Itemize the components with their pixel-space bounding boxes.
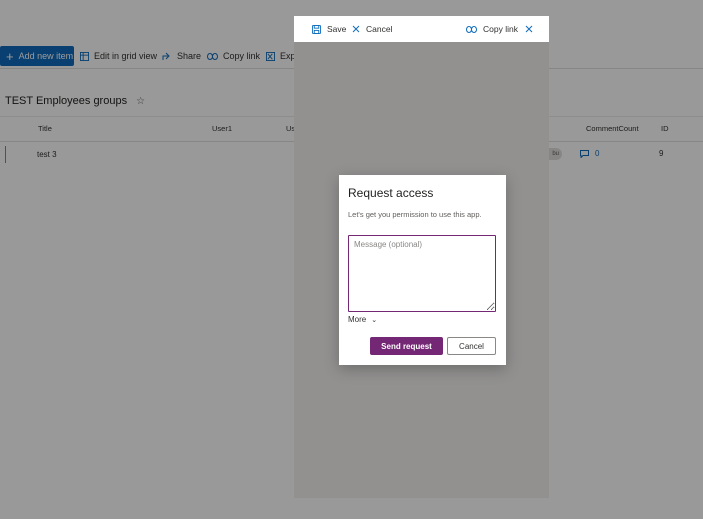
link-icon xyxy=(466,25,477,33)
close-icon xyxy=(352,25,360,33)
copy-link-button[interactable]: Copy link xyxy=(466,22,518,36)
panel-toolbar: Save Cancel Copy link xyxy=(294,16,549,42)
copy-link-label: Copy link xyxy=(483,24,518,34)
save-label: Save xyxy=(327,24,347,34)
save-icon xyxy=(312,24,321,34)
message-input[interactable] xyxy=(348,235,496,312)
dialog-cancel-button[interactable]: Cancel xyxy=(447,337,496,355)
cancel-button[interactable]: Cancel xyxy=(352,22,392,36)
close-icon xyxy=(525,25,533,33)
dialog-subtitle: Let's get you permission to use this app… xyxy=(348,210,482,219)
save-button[interactable]: Save xyxy=(312,22,346,36)
more-toggle[interactable]: More ⌄ xyxy=(348,315,377,324)
dialog-title: Request access xyxy=(348,186,434,200)
close-panel-button[interactable] xyxy=(525,22,539,36)
chevron-down-icon: ⌄ xyxy=(371,316,378,324)
request-access-dialog: Request access Let's get you permission … xyxy=(339,175,506,365)
send-request-button[interactable]: Send request xyxy=(370,337,443,355)
cancel-label: Cancel xyxy=(366,24,393,34)
more-label: More xyxy=(348,315,367,324)
